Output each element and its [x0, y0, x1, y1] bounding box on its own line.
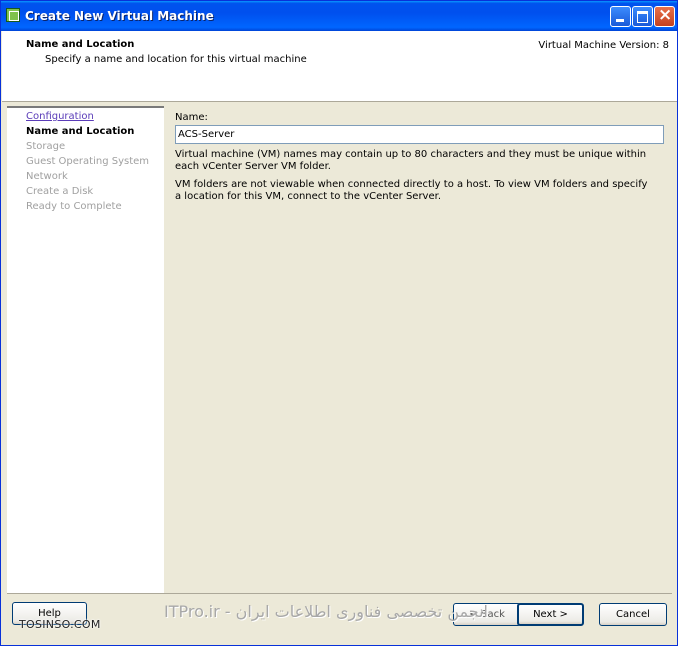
wizard-window: Create New Virtual Machine × Name and Lo… — [0, 0, 678, 646]
wizard-step-nav: Configuration Name and Location Storage … — [7, 106, 164, 593]
footer-divider — [7, 593, 672, 594]
step-subtitle: Specify a name and location for this vir… — [45, 54, 307, 65]
nav-item-configuration[interactable]: Configuration — [26, 111, 94, 122]
nav-item-create-disk: Create a Disk — [26, 186, 94, 197]
title-bar[interactable]: Create New Virtual Machine × — [1, 1, 677, 31]
vm-version-label: Virtual Machine Version: 8 — [538, 40, 669, 51]
nav-item-guest-os: Guest Operating System — [26, 156, 150, 167]
nav-item-storage: Storage — [26, 141, 66, 152]
step-title: Name and Location — [26, 39, 135, 50]
close-icon: × — [658, 5, 673, 25]
maximize-icon — [637, 11, 648, 23]
name-help-text: Virtual machine (VM) names may contain u… — [175, 149, 647, 172]
window-title: Create New Virtual Machine — [25, 9, 214, 23]
wizard-content: Name: Virtual machine (VM) names may con… — [166, 106, 672, 591]
close-button[interactable]: × — [654, 5, 675, 27]
name-field-label: Name: — [175, 112, 208, 123]
watermark-site: TOSINSO.COM — [19, 618, 101, 631]
maximize-button[interactable] — [632, 6, 653, 27]
folder-help-text: VM folders are not viewable when connect… — [175, 179, 648, 202]
minimize-icon — [616, 19, 624, 22]
wizard-header: Name and Location Specify a name and loc… — [2, 31, 677, 102]
next-button[interactable]: Next > — [517, 603, 584, 626]
nav-item-network: Network — [26, 171, 68, 182]
vm-name-input[interactable] — [175, 125, 664, 144]
nav-item-ready-to-complete: Ready to Complete — [26, 201, 122, 212]
watermark-center: ITPro.ir - انجمن تخصصی فناوری اطلاعات ای… — [164, 602, 488, 621]
nav-item-name-and-location: Name and Location — [26, 126, 135, 137]
vm-app-icon — [6, 8, 20, 22]
cancel-button[interactable]: Cancel — [599, 603, 667, 626]
minimize-button[interactable] — [610, 6, 631, 27]
